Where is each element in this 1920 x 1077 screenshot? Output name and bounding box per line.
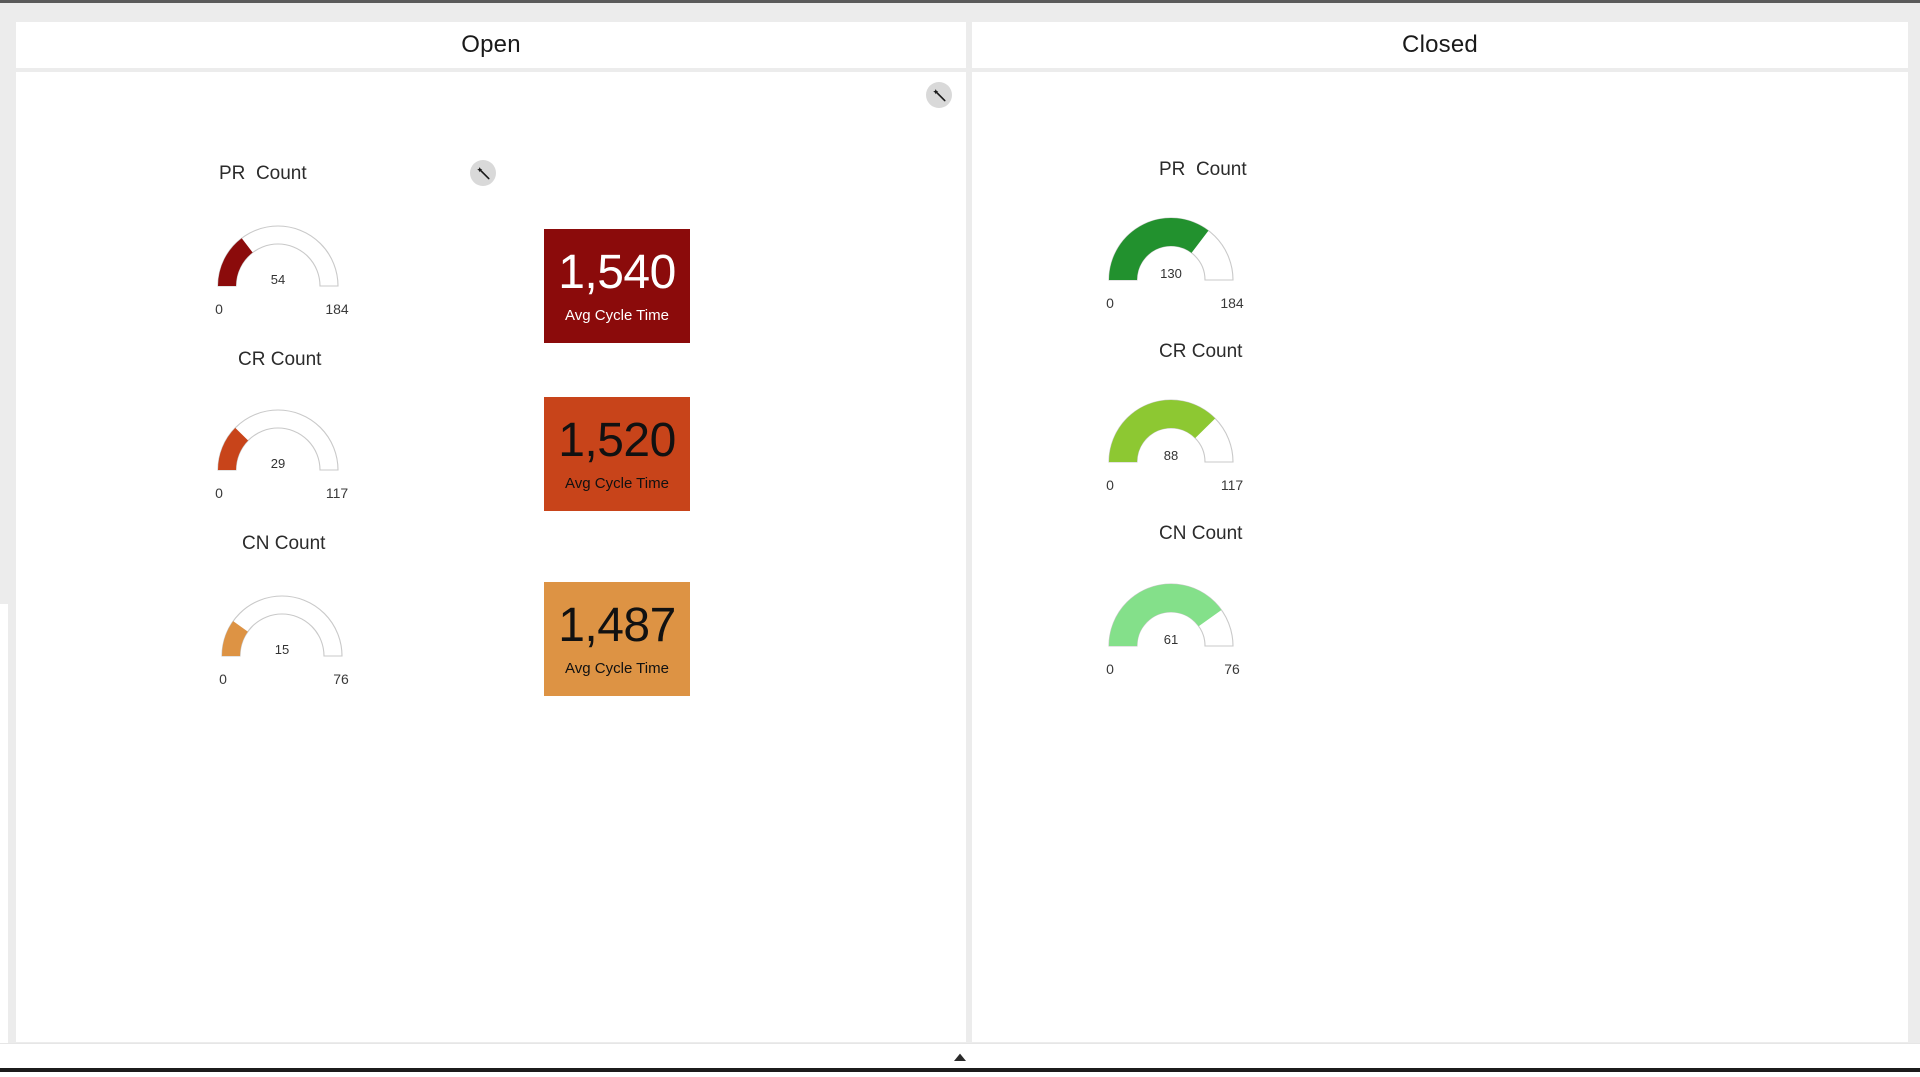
panel-closed-body: PR Count 1300184 326 Avg Cycle Time CR C… xyxy=(972,72,1908,1042)
metric-label-closed-2: CN Count xyxy=(1159,523,1243,544)
gauge-value-arc xyxy=(1109,218,1209,280)
gauge-closed-2[interactable]: 61 0 76 xyxy=(1103,578,1240,686)
gauge-open-0[interactable]: 54 0 184 xyxy=(212,220,349,326)
collapse-caret-icon[interactable] xyxy=(0,1051,1920,1063)
magic-wand-icon-open-inline[interactable] xyxy=(470,160,496,186)
gauge-value-label: 130 xyxy=(1160,266,1182,281)
gauge-value-label: 15 xyxy=(275,642,289,657)
kpi-caption: Avg Cycle Time xyxy=(565,307,669,324)
gauge-max-label: 184 xyxy=(325,301,349,317)
kpi-number: 1,520 xyxy=(558,414,676,467)
left-edge-notch xyxy=(0,604,8,1044)
gauge-open-1[interactable]: 29 0 117 xyxy=(212,404,348,510)
kpi-number: 1,540 xyxy=(558,246,676,299)
window-bottom-rule xyxy=(0,1068,1920,1072)
panel-closed-title: Closed xyxy=(1402,31,1478,58)
panel-open-title: Open xyxy=(461,31,521,58)
kpi-card-open-2[interactable]: 1,487 Avg Cycle Time xyxy=(544,582,690,696)
gauge-max-label: 117 xyxy=(326,485,349,501)
gauge-value-label: 29 xyxy=(271,456,285,471)
gauge-max-label: 184 xyxy=(1220,295,1244,311)
gauge-min-label: 0 xyxy=(215,301,223,317)
metric-label-closed-0: PR Count xyxy=(1159,159,1247,180)
metric-label-open-1: CR Count xyxy=(238,349,322,370)
panel-open-body: PR Count 54 0 184 1,540 Avg Cycle Time CR … xyxy=(16,72,966,1042)
panel-closed-header: Closed xyxy=(972,22,1908,68)
gauge-value-label: 54 xyxy=(271,272,285,287)
gauge-min-label: 0 xyxy=(215,485,223,501)
metric-label-closed-1: CR Count xyxy=(1159,341,1243,362)
kpi-card-open-0[interactable]: 1,540 Avg Cycle Time xyxy=(544,229,690,343)
gauge-closed-0[interactable]: 130 0 184 xyxy=(1103,212,1244,320)
gauge-closed-1[interactable]: 88 0 117 xyxy=(1103,394,1243,502)
kpi-caption: Avg Cycle Time xyxy=(565,660,669,677)
gauge-max-label: 117 xyxy=(1221,477,1244,493)
metric-label-open-0: PR Count xyxy=(219,163,307,184)
kpi-card-open-1[interactable]: 1,520 Avg Cycle Time xyxy=(544,397,690,511)
gauge-min-label: 0 xyxy=(1106,295,1114,311)
gauge-min-label: 0 xyxy=(1106,661,1114,677)
gauge-min-label: 0 xyxy=(1106,477,1114,493)
gauge-max-label: 76 xyxy=(333,671,349,687)
gauge-max-label: 76 xyxy=(1224,661,1240,677)
gauge-value-arc xyxy=(1109,400,1216,462)
gauge-min-label: 0 xyxy=(219,671,227,687)
gauge-value-label: 61 xyxy=(1164,632,1178,647)
kpi-caption: Avg Cycle Time xyxy=(565,475,669,492)
metric-label-open-2: CN Count xyxy=(242,533,326,554)
panel-open-header: Open xyxy=(16,22,966,68)
magic-wand-icon-open-corner[interactable] xyxy=(926,82,952,108)
gauge-value-label: 88 xyxy=(1164,448,1178,463)
dashboard-root: Open PR Count 54 0 184 1,540 Avg Cycle T… xyxy=(0,0,1920,1077)
gauge-open-2[interactable]: 15 0 76 xyxy=(216,590,349,696)
kpi-number: 1,487 xyxy=(558,599,676,652)
